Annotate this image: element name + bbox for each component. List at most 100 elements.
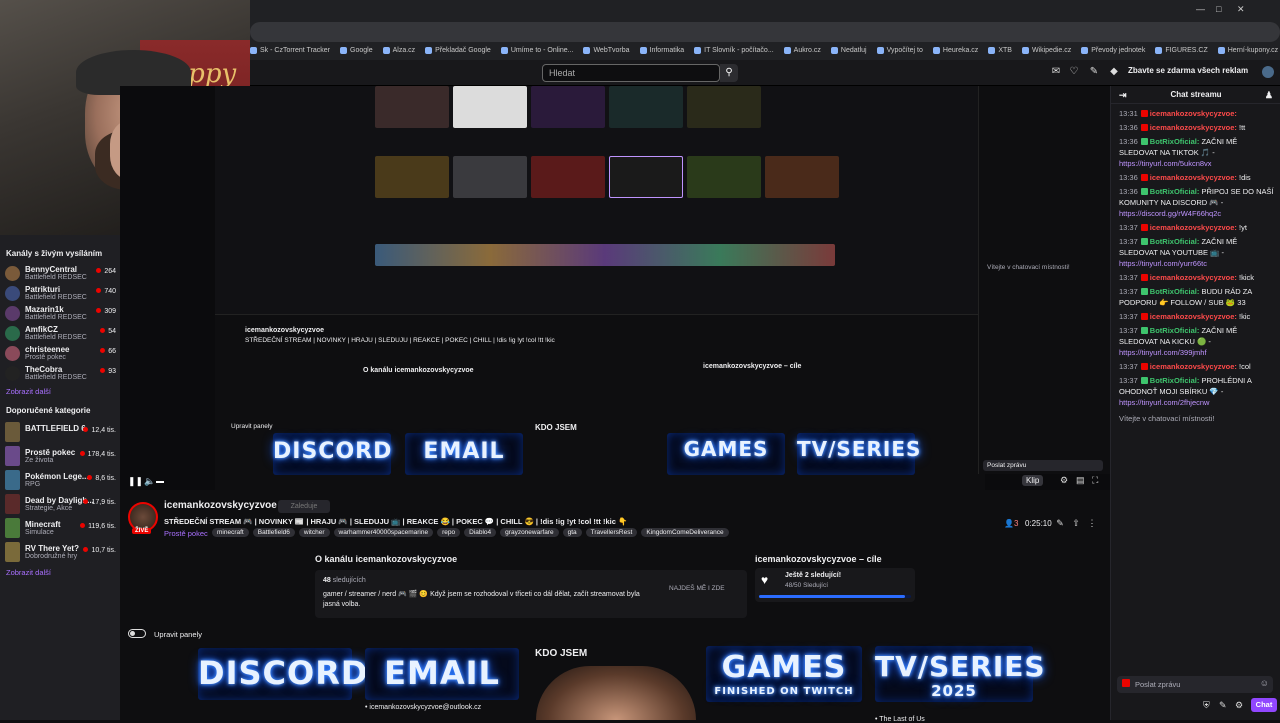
maximize-icon[interactable]: □ [1216,4,1221,14]
find-me-link[interactable]: NAJDEŠ MĚ I ZDE [669,584,739,593]
chat-link[interactable]: https://tinyurl.com/2fhjecnw [1119,398,1209,407]
chat-input[interactable]: Poslat zprávu ☺ [1117,676,1273,693]
thumbnail[interactable] [453,86,527,128]
live-channel-item[interactable]: BennyCentral Battlefield REDSEC 264 [0,264,120,282]
theatre-mode-icon[interactable]: ▤ [1076,475,1085,486]
category-item[interactable]: Pokémon Lege... RPG 8,6 tis. [0,469,120,491]
chat-link[interactable]: https://discord.gg/rW4F66hq2c [1119,209,1221,218]
minimize-icon[interactable]: — [1196,4,1205,14]
bookmark-item[interactable]: Informatika [639,46,684,54]
address-bar[interactable] [250,22,1280,42]
category-item[interactable]: Minecraft Simulace 119,6 tis. [0,517,120,539]
live-channel-item[interactable]: TheCobra Battlefield REDSEC 93 [0,364,120,382]
bookmark-item[interactable]: Wikipedie.cz [1021,46,1071,54]
bookmark-item[interactable]: Sk - CzTorrent Tracker [250,46,330,54]
chat-username[interactable]: icemankozovskycyzvoe: [1150,123,1237,132]
pause-icon[interactable]: ❚❚ [128,476,143,487]
bookmark-item[interactable]: Aukro.cz [783,46,821,54]
volume-slider[interactable] [156,481,164,483]
bookmark-item[interactable]: Alza.cz [382,46,415,54]
stream-tag[interactable]: witcher [298,528,330,537]
chat-username[interactable]: icemankozovskycyzvoe: [1150,173,1237,182]
notifications-icon[interactable]: ♡ [1068,66,1080,78]
shield-icon[interactable]: ⛨ [1203,700,1210,711]
edit-icon[interactable]: ✎ [1054,518,1066,529]
stream-tag[interactable]: TravellersRest [585,528,638,537]
chat-link[interactable]: https://tinyurl.com/yurr66tc [1119,259,1207,268]
show-more-link-2[interactable]: Zobrazit další [0,565,120,583]
chat-settings-icon[interactable]: ⚙ [1235,700,1243,711]
chat-link[interactable]: https://tinyurl.com/5ukcn8vx [1119,159,1212,168]
chat-username[interactable]: icemankozovskycyzvoe: [1150,223,1237,232]
stream-tag[interactable]: KingdomComeDeliverance [641,528,729,537]
live-channel-item[interactable]: AmfikCZ Battlefield REDSEC 54 [0,324,120,342]
stream-tag[interactable]: repo [437,528,461,537]
thumbnail[interactable] [609,86,683,128]
bookmark-item[interactable]: Herní-kupony.cz [1217,46,1278,54]
chat-username[interactable]: icemankozovskycyzvoe: [1150,362,1237,371]
thumbnail[interactable] [687,156,761,198]
edit-panels-toggle[interactable] [128,629,146,638]
chat-username[interactable]: icemankozovskycyzvoe: [1150,312,1237,321]
chat-username[interactable]: BotRixOficial: [1150,287,1200,296]
bookmark-item[interactable]: FIGURES.CZ [1155,46,1208,54]
bookmark-item[interactable]: Umíme to - Online... [500,46,573,54]
live-channel-item[interactable]: Mazarin1k Battlefield REDSEC 309 [0,304,120,322]
show-more-link[interactable]: Zobrazit další [0,384,120,402]
stream-tag[interactable]: Diablo4 [464,528,497,537]
whispers-icon[interactable]: ✎ [1088,66,1100,78]
bits-icon[interactable]: ◆ [1108,66,1120,78]
chat-username[interactable]: BotRixOficial: [1150,376,1200,385]
stream-tag[interactable]: warhammer40000spacemarine [333,528,434,537]
bookmark-item[interactable]: WebTvorba [583,46,630,54]
category-item[interactable]: Dead by Dayligh... Strategie, Akce 17,9 ti… [0,493,120,515]
bookmark-item[interactable]: IT Slovník - počítačo... [694,46,774,54]
stream-tag[interactable]: gta [562,528,582,537]
chat-username[interactable]: icemankozovskycyzvoe: [1150,109,1237,118]
user-avatar[interactable] [1262,66,1274,78]
bookmark-item[interactable]: Vypočítej to [876,46,923,54]
thumbnail[interactable] [453,156,527,198]
thumbnail[interactable] [375,156,449,198]
nested-edit-panels[interactable]: Upravit panely [231,423,273,430]
thumbnail[interactable] [609,156,683,198]
thumbnail[interactable] [687,86,761,128]
edit-chat-icon[interactable]: ✎ [1219,700,1227,711]
clip-button[interactable]: Klip [1022,475,1044,486]
video-player[interactable]: icemankozovskycyzvoe STŘEDEČNÍ STREAM | … [120,86,1110,490]
thumbnail[interactable] [765,156,839,198]
close-icon[interactable]: ✕ [1237,4,1245,15]
chat-username[interactable]: BotRixOficial: [1150,187,1200,196]
game-link[interactable]: Prostě pokec [164,529,208,538]
volume-icon[interactable]: 🔈 [144,476,155,487]
chat-username[interactable]: BotRixOficial: [1150,137,1200,146]
category-item[interactable]: RV There Yet? Dobrodružné hry 10,7 tis. [0,541,120,563]
chat-username[interactable]: icemankozovskycyzvoe: [1150,273,1237,282]
live-channel-item[interactable]: Patrikturi Battlefield REDSEC 740 [0,284,120,302]
bookmark-item[interactable]: XTB [988,46,1012,54]
category-item[interactable]: BATTLEFIELD 6 12,4 tis. [0,421,120,443]
search-icon[interactable]: ⚲ [720,64,738,82]
bookmark-item[interactable]: Heureka.cz [932,46,978,54]
chat-users-icon[interactable]: ♟ [1265,86,1273,104]
channel-name[interactable]: icemankozovskycyzvoe [164,500,277,511]
nested-chat-input[interactable]: Poslat zprávu [983,460,1103,471]
settings-icon[interactable]: ⚙ [1060,475,1068,486]
chat-link[interactable]: https://tinyurl.com/399jmhf [1119,348,1207,357]
bookmark-item[interactable]: Překladač Google [425,46,491,54]
chat-send-button[interactable]: Chat [1251,698,1277,712]
stream-tag[interactable]: Battlefield6 [252,528,295,537]
category-item[interactable]: Prostě pokec Ze života 178,4 tis. [0,445,120,467]
edit-panels[interactable]: Upravit panely [128,629,202,639]
emote-icon[interactable]: ☺ [1260,678,1269,688]
stream-tag[interactable]: minecraft [212,528,249,537]
thumbnail[interactable] [531,86,605,128]
prime-button[interactable]: Zbavte se zdarma všech reklam [1128,66,1248,75]
chat-username[interactable]: BotRixOficial: [1150,326,1200,335]
chat-username[interactable]: BotRixOficial: [1150,237,1200,246]
fullscreen-icon[interactable]: ⛶ [1092,475,1098,486]
bookmark-item[interactable]: Google [340,46,373,54]
thumbnail[interactable] [531,156,605,198]
search-input[interactable]: Hledat [542,64,720,82]
bookmark-item[interactable]: Nedatluj [830,46,867,54]
